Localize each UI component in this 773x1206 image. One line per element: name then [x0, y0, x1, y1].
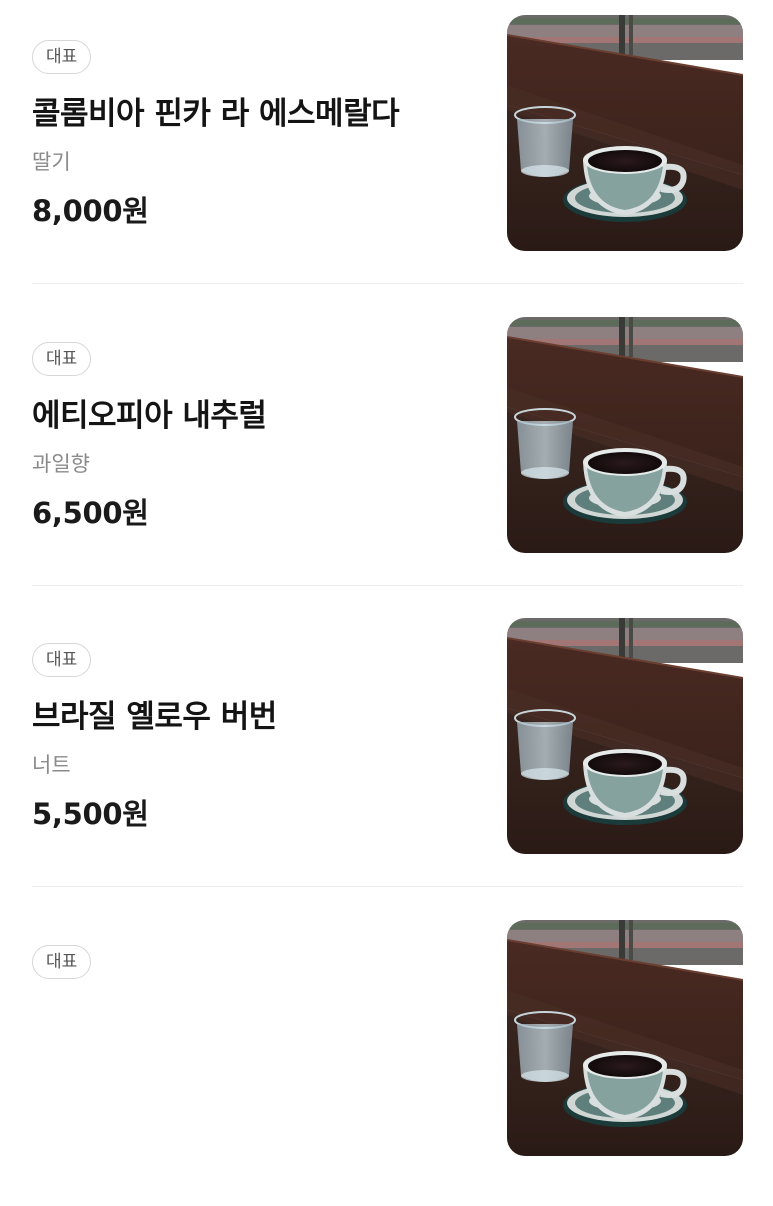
menu-item-description: 딸기 — [32, 150, 71, 174]
menu-item-photo — [507, 618, 743, 854]
menu-item-name: 에티오피아 내추럴 — [32, 398, 267, 434]
signature-badge: 대표 — [32, 40, 92, 74]
menu-list: 대표 콜롬비아 핀카 라 에스메랄다 딸기 8,000원 대표 에티오피아 내추… — [0, 0, 773, 1156]
menu-item-name: 콜롬비아 핀카 라 에스메랄다 — [32, 96, 400, 132]
menu-item-name: 브라질 옐로우 버번 — [32, 699, 277, 735]
item-divider — [32, 886, 743, 887]
menu-item[interactable]: 대표 콜롬비아 핀카 라 에스메랄다 딸기 8,000원 — [0, 0, 773, 301]
menu-item-price: 8,000원 — [32, 194, 149, 228]
menu-item[interactable]: 대표 브라질 옐로우 버번 너트 5,500원 — [0, 603, 773, 904]
signature-badge: 대표 — [32, 945, 92, 979]
menu-item-description: 너트 — [32, 753, 71, 777]
signature-badge: 대표 — [32, 643, 92, 677]
menu-item[interactable]: 대표 — [0, 905, 773, 1206]
menu-item-photo — [507, 317, 743, 553]
menu-item-description: 과일향 — [32, 452, 90, 476]
menu-item[interactable]: 대표 에티오피아 내추럴 과일향 6,500원 — [0, 302, 773, 603]
item-divider — [32, 283, 743, 284]
menu-item-price: 6,500원 — [32, 496, 149, 530]
item-divider — [32, 585, 743, 586]
menu-item-photo — [507, 920, 743, 1156]
menu-item-photo — [507, 15, 743, 251]
signature-badge: 대표 — [32, 342, 92, 376]
menu-item-price: 5,500원 — [32, 797, 149, 831]
